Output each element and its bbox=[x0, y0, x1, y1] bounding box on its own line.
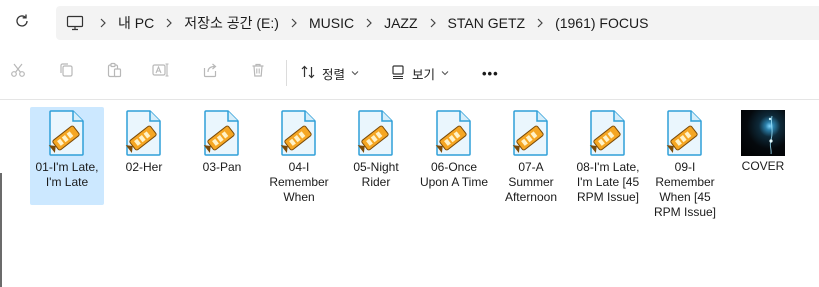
file-item-media[interactable]: 01-I'm Late, I'm Late bbox=[30, 107, 104, 205]
file-name-label: 02-Her bbox=[125, 160, 163, 174]
image-thumbnail bbox=[741, 110, 785, 156]
sort-icon bbox=[300, 64, 316, 83]
media-file-icon bbox=[587, 109, 629, 157]
chevron-right-icon[interactable] bbox=[418, 18, 448, 28]
address-bar: 내 PC 저장소 공간 (E:) MUSIC JAZZ STAN GETZ (1… bbox=[0, 0, 819, 46]
chevron-right-icon[interactable] bbox=[279, 18, 309, 28]
file-name-label: COVER bbox=[741, 159, 785, 173]
paste-button[interactable] bbox=[102, 60, 126, 84]
file-name-label: 05-Night Rider bbox=[353, 160, 399, 189]
file-name-label: 08-I'm Late, I'm Late [45 RPM Issue] bbox=[576, 160, 640, 204]
rename-icon bbox=[152, 62, 170, 83]
chevron-right-icon[interactable] bbox=[525, 18, 555, 28]
media-file-icon bbox=[201, 109, 243, 157]
chevron-down-icon bbox=[441, 68, 449, 78]
trash-icon bbox=[250, 62, 266, 83]
breadcrumb-item-jazz[interactable]: JAZZ bbox=[384, 15, 417, 31]
media-file-icon bbox=[123, 109, 165, 157]
cut-button[interactable] bbox=[6, 60, 30, 84]
media-file-icon bbox=[664, 109, 706, 157]
media-file-icon bbox=[433, 109, 475, 157]
breadcrumb[interactable]: 내 PC 저장소 공간 (E:) MUSIC JAZZ STAN GETZ (1… bbox=[56, 6, 819, 40]
view-label: 보기 bbox=[412, 67, 436, 82]
view-icon bbox=[390, 64, 406, 83]
breadcrumb-item-focus[interactable]: (1961) FOCUS bbox=[555, 15, 648, 31]
file-item-media[interactable]: 03-Pan bbox=[185, 107, 259, 205]
sort-button[interactable]: 정렬 bbox=[300, 60, 359, 86]
file-item-media[interactable]: 06-Once Upon A Time bbox=[417, 107, 491, 205]
media-file-icon bbox=[510, 109, 552, 157]
file-list: 01-I'm Late, I'm Late 02-Her 03-Pan 04-I Re… bbox=[0, 101, 819, 287]
sort-label: 정렬 bbox=[322, 67, 346, 82]
file-name-label: 09-I Remember When [45 RPM Issue] bbox=[653, 160, 716, 219]
copy-icon bbox=[58, 62, 74, 83]
share-icon bbox=[202, 62, 218, 83]
file-name-label: 01-I'm Late, I'm Late bbox=[35, 160, 99, 189]
media-file-icon bbox=[355, 109, 397, 157]
scrollbar[interactable] bbox=[0, 173, 2, 287]
chevron-right-icon[interactable] bbox=[354, 18, 384, 28]
copy-button[interactable] bbox=[54, 60, 78, 84]
delete-button[interactable] bbox=[246, 60, 270, 84]
media-file-icon bbox=[278, 109, 320, 157]
refresh-icon bbox=[14, 13, 30, 34]
file-item-media[interactable]: 07-A Summer Afternoon bbox=[494, 107, 568, 205]
more-options-button[interactable]: ••• bbox=[482, 60, 499, 86]
refresh-button[interactable] bbox=[10, 11, 34, 35]
file-item-media[interactable]: 08-I'm Late, I'm Late [45 RPM Issue] bbox=[571, 107, 645, 205]
file-name-label: 07-A Summer Afternoon bbox=[504, 160, 558, 204]
media-file-icon bbox=[46, 109, 88, 157]
view-button[interactable]: 보기 bbox=[390, 60, 449, 86]
rename-button[interactable] bbox=[149, 60, 173, 84]
chevron-right-icon[interactable] bbox=[154, 18, 184, 28]
more-options-icon: ••• bbox=[482, 65, 499, 81]
toolbar-divider bbox=[286, 60, 287, 86]
file-item-image[interactable]: COVER bbox=[726, 107, 800, 205]
file-name-label: 04-I Remember When bbox=[269, 160, 329, 204]
breadcrumb-item-my-pc[interactable]: 내 PC bbox=[118, 13, 154, 33]
file-name-label: 06-Once Upon A Time bbox=[419, 160, 489, 189]
breadcrumb-item-music[interactable]: MUSIC bbox=[309, 15, 354, 31]
file-item-media[interactable]: 09-I Remember When [45 RPM Issue] bbox=[648, 107, 722, 219]
file-item-media[interactable]: 04-I Remember When bbox=[262, 107, 336, 205]
breadcrumb-item-stan-getz[interactable]: STAN GETZ bbox=[448, 15, 526, 31]
file-item-media[interactable]: 05-Night Rider bbox=[339, 107, 413, 205]
clipboard-icon bbox=[106, 62, 122, 83]
file-item-media[interactable]: 02-Her bbox=[107, 107, 181, 205]
computer-icon[interactable] bbox=[64, 12, 86, 34]
share-button[interactable] bbox=[198, 60, 222, 84]
chevron-down-icon bbox=[351, 68, 359, 78]
file-name-label: 03-Pan bbox=[202, 160, 242, 174]
command-bar: 정렬 보기 ••• bbox=[0, 46, 819, 100]
scissors-icon bbox=[10, 62, 26, 83]
breadcrumb-item-storage[interactable]: 저장소 공간 (E:) bbox=[184, 13, 279, 33]
chevron-right-icon[interactable] bbox=[88, 18, 118, 28]
